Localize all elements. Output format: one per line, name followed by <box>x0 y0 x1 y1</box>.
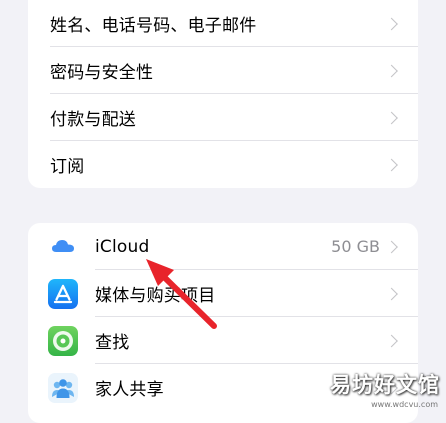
find-my-icon <box>48 325 78 356</box>
subscriptions-row[interactable]: 订阅 <box>28 141 418 188</box>
row-label: 姓名、电话号码、电子邮件 <box>50 16 257 36</box>
row-label: 密码与安全性 <box>50 63 154 83</box>
name-phone-email-row[interactable]: 姓名、电话号码、电子邮件 <box>28 0 418 47</box>
family-sharing-icon <box>48 372 78 403</box>
chevron-right-icon <box>385 158 398 171</box>
media-purchases-row[interactable]: 媒体与购买项目 <box>28 270 418 317</box>
chevron-right-icon <box>385 287 398 300</box>
row-label: 媒体与购买项目 <box>95 286 216 306</box>
chevron-right-icon <box>385 111 398 124</box>
row-label: 订阅 <box>50 157 85 177</box>
icloud-row[interactable]: iCloud 50 GB <box>28 223 418 270</box>
payment-shipping-row[interactable]: 付款与配送 <box>28 94 418 141</box>
password-security-row[interactable]: 密码与安全性 <box>28 47 418 94</box>
icloud-icon <box>48 231 78 262</box>
find-my-row[interactable]: 查找 <box>28 317 418 364</box>
app-store-icon <box>48 278 78 309</box>
chevron-right-icon <box>385 240 398 253</box>
row-label: 查找 <box>95 333 130 353</box>
row-label: iCloud <box>95 236 150 257</box>
chevron-right-icon <box>385 64 398 77</box>
storage-value: 50 GB <box>331 237 380 256</box>
watermark-text: 易坊好文馆 <box>330 373 440 397</box>
chevron-right-icon <box>385 17 398 30</box>
chevron-right-icon <box>385 334 398 347</box>
account-settings-group: 姓名、电话号码、电子邮件 密码与安全性 付款与配送 订阅 <box>28 0 418 188</box>
row-label: 家人共享 <box>95 380 164 400</box>
row-label: 付款与配送 <box>50 110 136 130</box>
watermark-url: www.wdcvu.com <box>371 400 438 409</box>
